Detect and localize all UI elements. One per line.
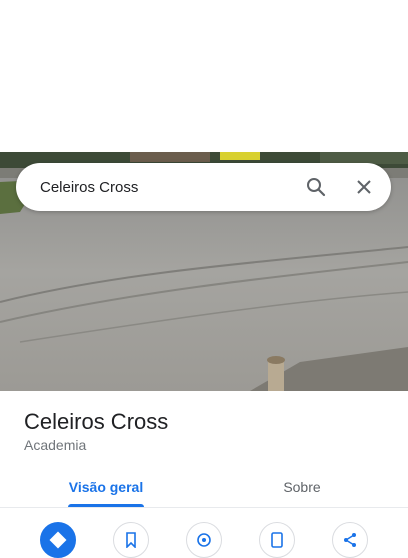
place-name: Celeiros Cross [24, 409, 169, 434]
directions-button[interactable] [40, 522, 76, 558]
send-to-phone-button[interactable] [259, 522, 295, 558]
place-category[interactable]: Academia [24, 437, 86, 453]
share-button[interactable] [332, 522, 368, 558]
directions-icon [49, 531, 67, 549]
tab-about[interactable]: Sobre [256, 467, 348, 507]
place-details-panel: Celeiros Cross Academia Visão geral Sobr… [0, 391, 408, 558]
share-icon [344, 533, 356, 547]
blank-header-area [0, 0, 408, 152]
bookmark-icon [126, 532, 136, 548]
close-icon[interactable] [352, 175, 376, 199]
tab-bar: Visão geral Sobre [0, 467, 408, 508]
send-to-phone-icon [271, 532, 283, 548]
action-row [0, 522, 408, 558]
selected-tab-indicator [68, 504, 144, 507]
search-icon[interactable] [304, 175, 328, 199]
nearby-icon [197, 533, 211, 547]
nearby-button[interactable] [186, 522, 222, 558]
tab-overview[interactable]: Visão geral [60, 467, 152, 507]
search-bar[interactable]: Celeiros Cross [16, 163, 391, 211]
save-button[interactable] [113, 522, 149, 558]
search-query-text[interactable]: Celeiros Cross [40, 179, 304, 196]
